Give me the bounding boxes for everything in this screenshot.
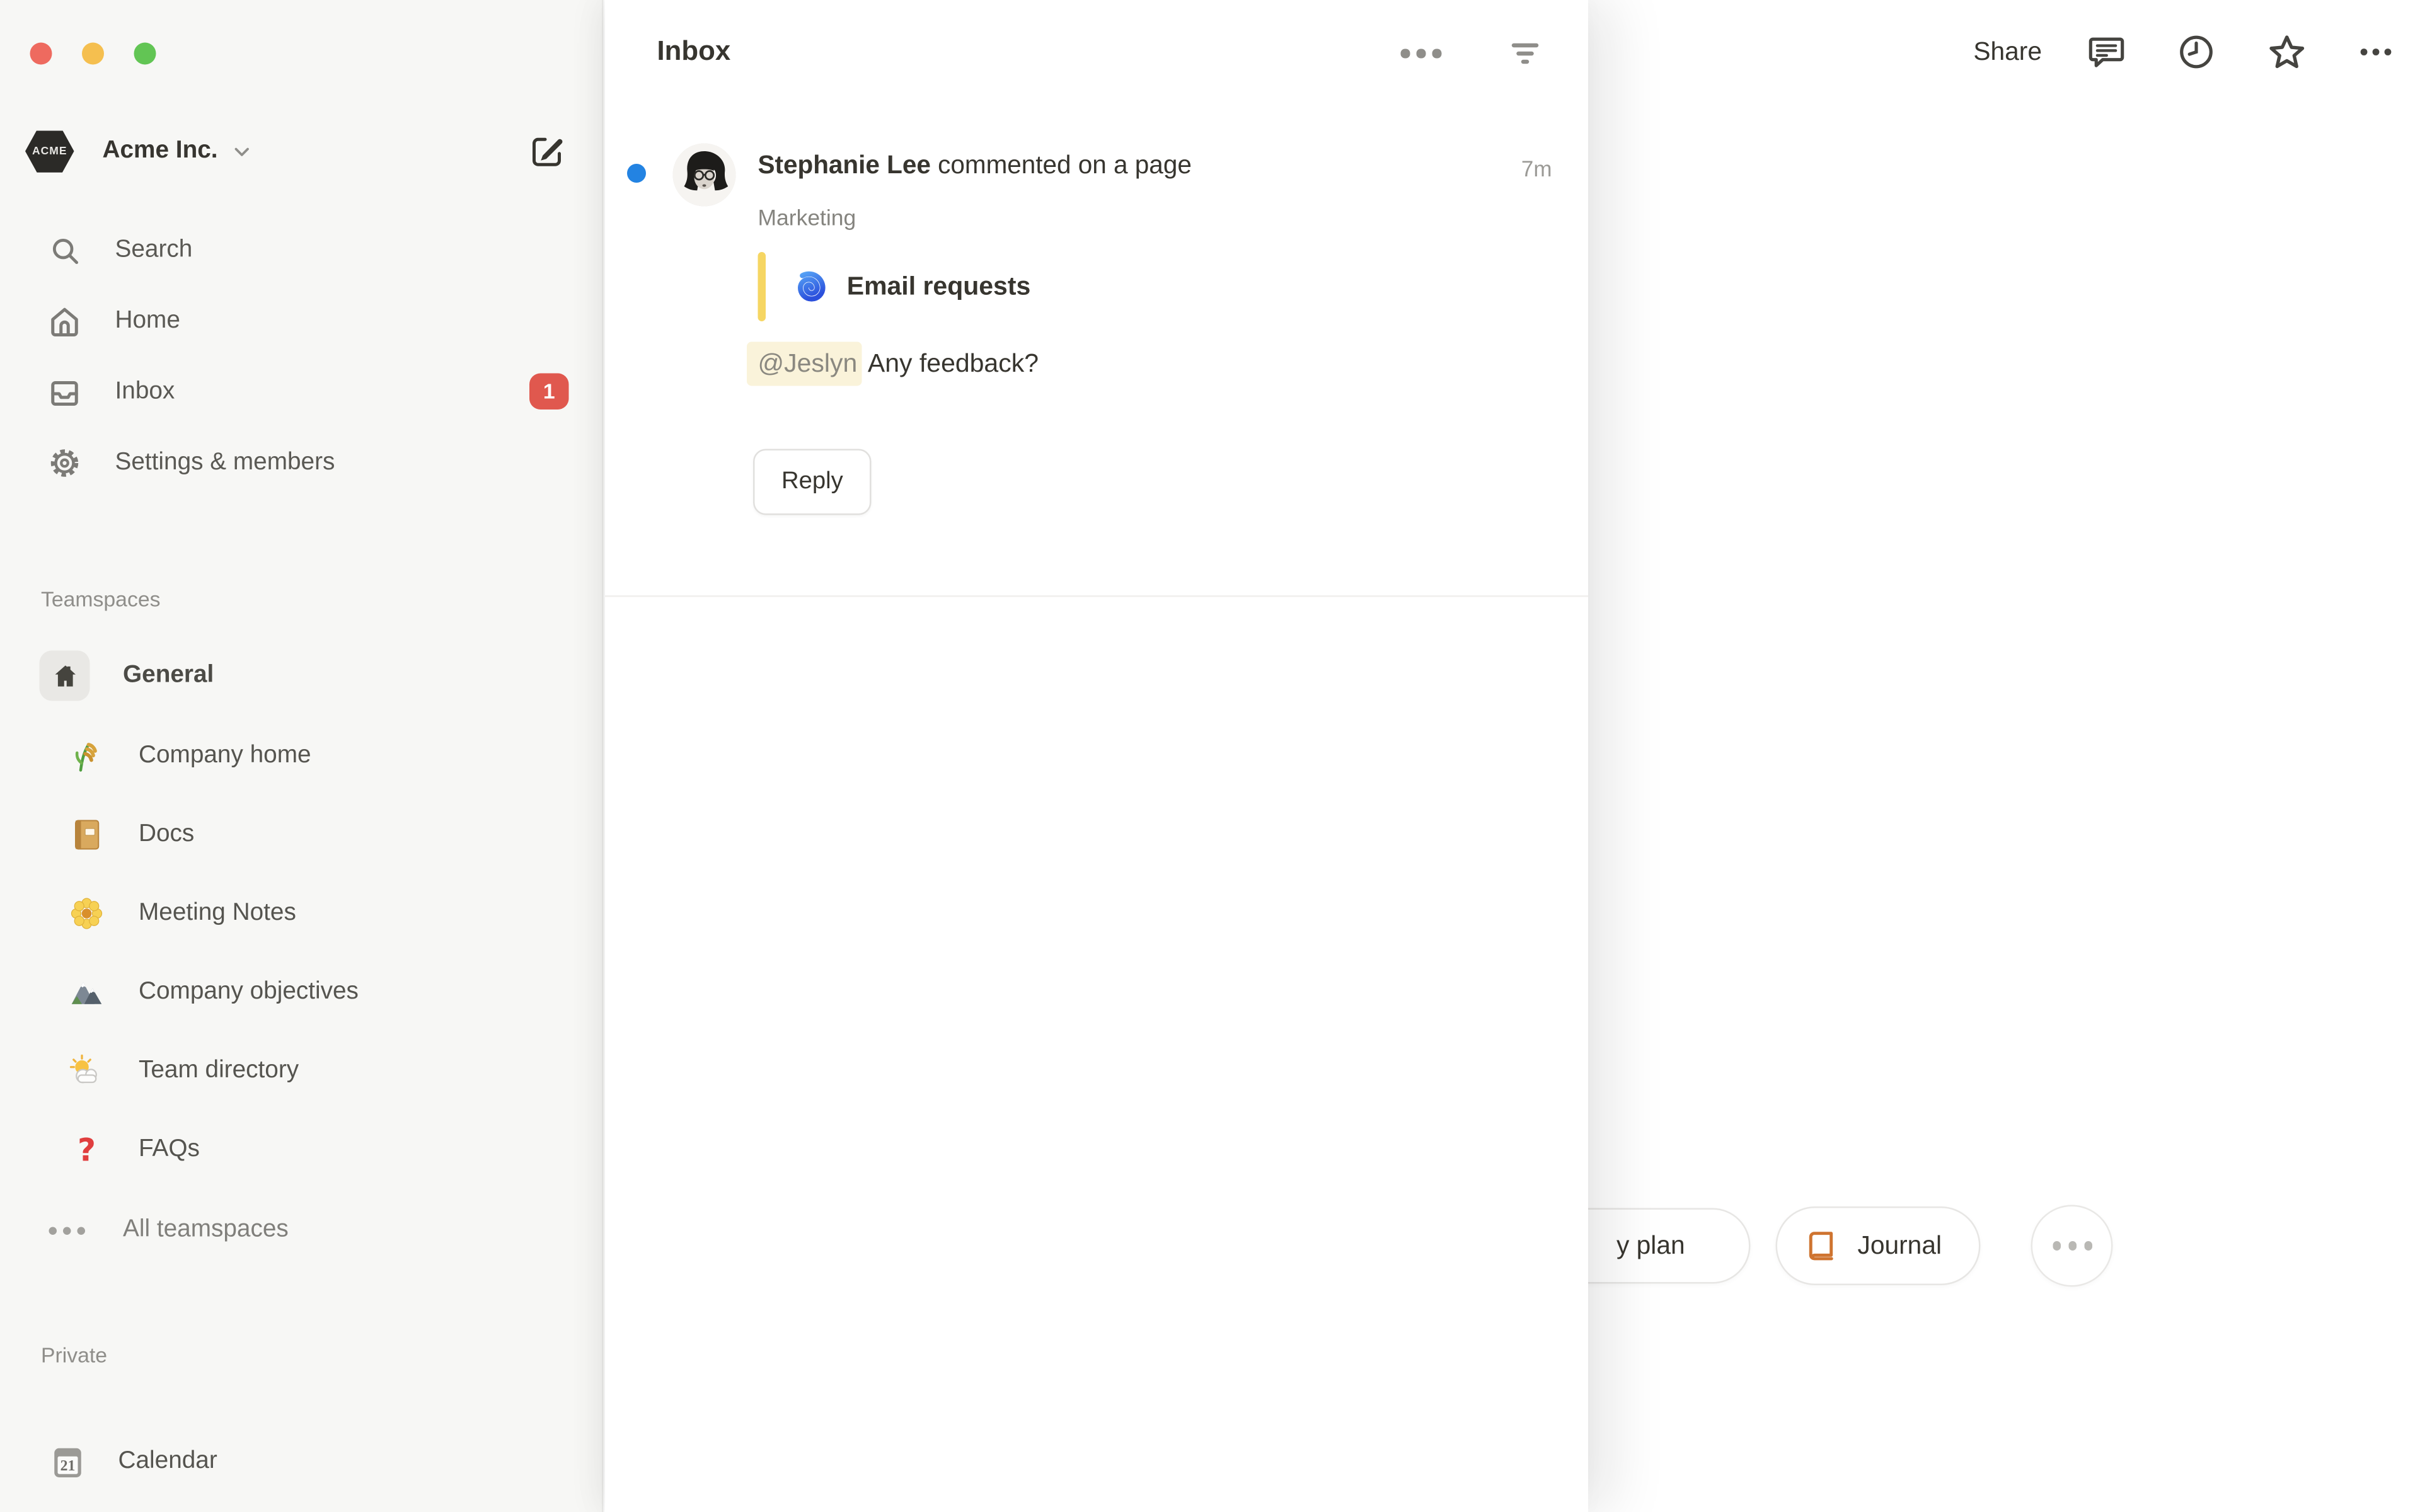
journal-book-icon	[1806, 1228, 1840, 1263]
sidebar-item-label: Home	[115, 307, 180, 336]
avatar	[673, 144, 736, 207]
unread-dot	[627, 164, 646, 183]
comment-body: Any feedback?	[862, 350, 1039, 378]
ellipsis-icon	[49, 1226, 86, 1234]
all-teamspaces-label: All teamspaces	[123, 1216, 289, 1244]
home-icon	[47, 304, 82, 339]
sidebar-nav: Search Home Inbox 1 Settings & members	[0, 211, 604, 503]
notification-title: Stephanie Lee commented on a page	[758, 151, 1388, 181]
sidebar-item-settings[interactable]: Settings & members	[19, 432, 585, 495]
inbox-popover-header: Inbox	[605, 0, 1588, 104]
sidebar-item-general[interactable]: General	[19, 643, 585, 709]
teamspace-label: Meeting Notes	[139, 900, 296, 928]
sidebar-item-company-objectives[interactable]: Company objectives	[19, 959, 585, 1026]
page-topbar: Share	[1973, 0, 2420, 104]
compose-icon[interactable]	[525, 129, 569, 173]
page-template-chips: y plan Journal	[1505, 1206, 2114, 1285]
inbox-unread-badge: 1	[529, 374, 569, 410]
svg-text:21: 21	[60, 1457, 76, 1474]
minimize-window-button[interactable]	[82, 43, 104, 65]
private-item-label: Calendar	[118, 1448, 217, 1476]
notification-item[interactable]: Stephanie Lee commented on a page 7m Mar…	[605, 123, 1588, 597]
sidebar-item-company-home[interactable]: Company home	[19, 723, 585, 789]
reply-button[interactable]: Reply	[753, 449, 872, 515]
sidebar-item-label: Inbox	[115, 378, 175, 406]
inbox-title: Inbox	[657, 35, 731, 68]
workspace-switcher[interactable]: ACME Acme Inc.	[25, 125, 580, 178]
sidebar-item-label: Search	[115, 236, 193, 265]
page-reference[interactable]: Email requests	[758, 252, 1031, 321]
sidebar-item-docs[interactable]: Docs	[19, 802, 585, 868]
window-controls	[30, 43, 156, 65]
notification-workspace: Marketing	[758, 207, 856, 232]
teamspace-label: Company home	[139, 742, 311, 770]
star-icon[interactable]	[2262, 28, 2310, 76]
notification-time: 7m	[1521, 156, 1552, 181]
action-text: commented on a page	[931, 151, 1192, 180]
teamspace-label: Team directory	[139, 1057, 299, 1085]
sidebar-item-faqs[interactable]: ? FAQs	[19, 1117, 585, 1183]
sidebar-item-meeting-notes[interactable]: Meeting Notes	[19, 881, 585, 947]
comment-text: @Jeslyn Any feedback?	[747, 350, 1039, 380]
teamspace-label: Docs	[139, 821, 194, 849]
journal-chip-label: Journal	[1858, 1231, 1942, 1261]
page-title: Email requests	[847, 272, 1031, 302]
plan-chip-label: y plan	[1616, 1231, 1685, 1261]
question-mark-icon: ?	[68, 1131, 106, 1169]
sidebar-item-home[interactable]: Home	[19, 290, 585, 353]
gear-icon	[47, 446, 82, 481]
actor-name: Stephanie Lee	[758, 151, 931, 180]
private-section-header: Private	[41, 1344, 107, 1368]
search-icon	[47, 233, 82, 268]
sidebar-item-all-teamspaces[interactable]: All teamspaces	[19, 1197, 585, 1263]
sidebar-item-search[interactable]: Search	[19, 219, 585, 282]
journal-chip[interactable]: Journal	[1776, 1206, 1981, 1285]
quote-bar	[758, 252, 765, 321]
close-window-button[interactable]	[30, 43, 52, 65]
comment-icon[interactable]	[2083, 28, 2130, 76]
sheaf-of-rice-icon	[68, 737, 106, 775]
ellipsis-icon[interactable]	[1399, 32, 1443, 76]
inbox-popover: Inbox	[605, 0, 1588, 1512]
sidebar-item-inbox[interactable]: Inbox 1	[19, 361, 585, 424]
share-button[interactable]: Share	[1973, 37, 2042, 67]
clock-icon[interactable]	[2173, 28, 2220, 76]
chevron-down-icon	[232, 141, 253, 162]
sidebar-item-calendar[interactable]: 21 Calendar	[19, 1429, 585, 1495]
sidebar-item-team-directory[interactable]: Team directory	[19, 1038, 585, 1104]
ellipsis-icon[interactable]	[2353, 28, 2400, 76]
house-icon	[40, 651, 90, 701]
teamspaces-section-header: Teamspaces	[41, 588, 160, 612]
workspace-name: Acme Inc.	[103, 137, 218, 166]
app-window: ACME Acme Inc. Search	[0, 0, 2420, 1512]
mention[interactable]: @Jeslyn	[747, 342, 862, 386]
more-templates-button[interactable]	[2032, 1205, 2114, 1287]
teamspace-label: General	[123, 662, 214, 690]
sun-behind-cloud-icon	[68, 1052, 106, 1090]
inbox-icon	[47, 375, 82, 410]
teamspace-label: Company objectives	[139, 978, 359, 1007]
notebook-icon	[68, 816, 106, 854]
cyclone-icon	[792, 268, 828, 305]
ellipsis-icon	[2053, 1242, 2093, 1251]
blossom-icon	[68, 895, 106, 932]
calendar-icon: 21	[49, 1443, 87, 1480]
filter-icon[interactable]	[1503, 32, 1547, 76]
teamspace-label: FAQs	[139, 1136, 200, 1164]
sidebar-item-label: Settings & members	[115, 449, 335, 478]
workspace-logo: ACME	[25, 130, 74, 173]
sidebar: ACME Acme Inc. Search	[0, 0, 604, 1512]
mountain-icon	[68, 973, 106, 1011]
zoom-window-button[interactable]	[134, 43, 156, 65]
